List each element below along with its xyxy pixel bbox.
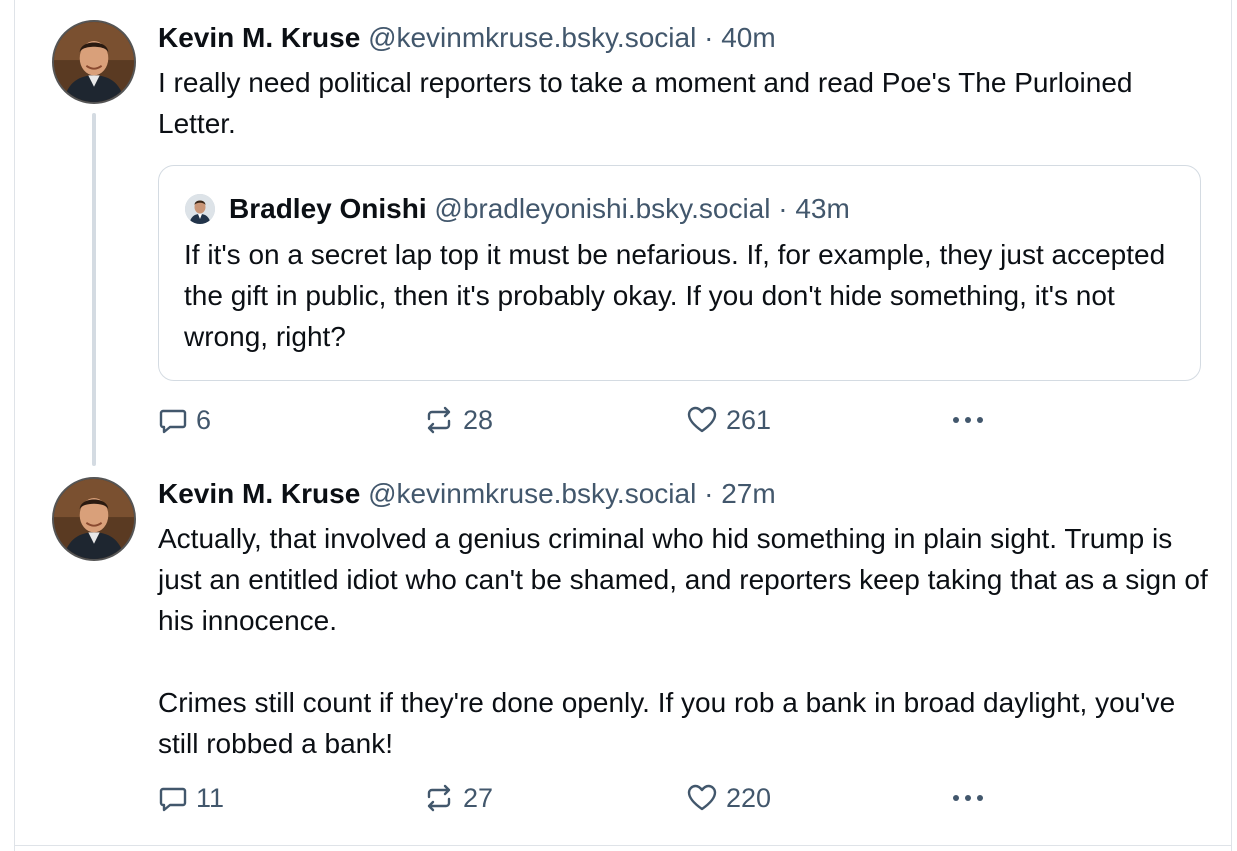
more-options-icon <box>953 417 983 423</box>
author-name[interactable]: Kevin M. Kruse <box>158 478 360 509</box>
avatar-image <box>54 479 134 559</box>
author-handle[interactable]: @kevinmkruse.bsky.social <box>368 22 696 53</box>
like-count: 261 <box>726 404 772 435</box>
quoted-post[interactable]: Bradley Onishi @bradleyonishi.bsky.socia… <box>158 165 1201 381</box>
post-text: I really need political reporters to tak… <box>158 62 1218 144</box>
post-timestamp[interactable]: 40m <box>721 22 775 53</box>
author-avatar[interactable] <box>52 20 136 104</box>
quoted-author-handle[interactable]: @bradleyonishi.bsky.social <box>434 193 770 224</box>
author-avatar[interactable] <box>52 477 136 561</box>
avatar-image <box>54 22 134 102</box>
separator-dot: · <box>704 478 714 509</box>
reply-button[interactable]: 11 <box>158 778 224 818</box>
quoted-post-text: If it's on a secret lap top it must be n… <box>184 239 1166 352</box>
reply-icon <box>159 787 187 812</box>
heart-icon <box>687 784 717 811</box>
post-actions: 11 27 220 <box>158 778 1058 818</box>
like-button[interactable]: 261 <box>686 400 771 440</box>
more-options-button[interactable] <box>948 778 988 818</box>
post-paragraph: Crimes still count if they're done openl… <box>158 687 1176 759</box>
post[interactable]: Kevin M. Kruse @kevinmkruse.bsky.social … <box>0 0 1237 460</box>
like-button[interactable]: 220 <box>686 778 771 818</box>
reply-icon <box>159 409 187 434</box>
reply-button[interactable]: 6 <box>158 400 211 440</box>
reply-count: 6 <box>196 404 212 435</box>
repost-count: 28 <box>463 404 494 435</box>
post-timestamp[interactable]: 27m <box>721 478 775 509</box>
feed-thread: Kevin M. Kruse @kevinmkruse.bsky.social … <box>0 0 1237 851</box>
author-handle[interactable]: @kevinmkruse.bsky.social <box>368 478 696 509</box>
post-text: Actually, that involved a genius crimina… <box>158 518 1218 764</box>
post-actions: 6 28 261 <box>158 400 1058 440</box>
repost-icon <box>427 406 451 434</box>
more-options-button[interactable] <box>948 400 988 440</box>
post[interactable]: Kevin M. Kruse @kevinmkruse.bsky.social … <box>0 460 1237 845</box>
post-paragraph: I really need political reporters to tak… <box>158 67 1133 139</box>
repost-count: 27 <box>463 782 494 813</box>
separator-dot: · <box>704 22 714 53</box>
repost-icon <box>427 784 451 812</box>
post-header: Kevin M. Kruse @kevinmkruse.bsky.social … <box>158 477 776 511</box>
quoted-author-avatar <box>185 194 215 224</box>
avatar-image <box>185 194 215 224</box>
quoted-post-header: Bradley Onishi @bradleyonishi.bsky.socia… <box>229 192 850 226</box>
heart-icon <box>687 406 717 433</box>
quoted-post-timestamp[interactable]: 43m <box>795 193 849 224</box>
post-paragraph: Actually, that involved a genius crimina… <box>158 523 1208 636</box>
reply-count: 11 <box>196 782 225 813</box>
repost-button[interactable]: 27 <box>423 778 493 818</box>
author-name[interactable]: Kevin M. Kruse <box>158 22 360 53</box>
post-header: Kevin M. Kruse @kevinmkruse.bsky.social … <box>158 21 776 55</box>
quoted-author-name[interactable]: Bradley Onishi <box>229 193 427 224</box>
like-count: 220 <box>726 782 772 813</box>
more-options-icon <box>953 795 983 801</box>
repost-button[interactable]: 28 <box>423 400 493 440</box>
separator-dot: · <box>778 193 788 224</box>
divider <box>14 845 1232 846</box>
